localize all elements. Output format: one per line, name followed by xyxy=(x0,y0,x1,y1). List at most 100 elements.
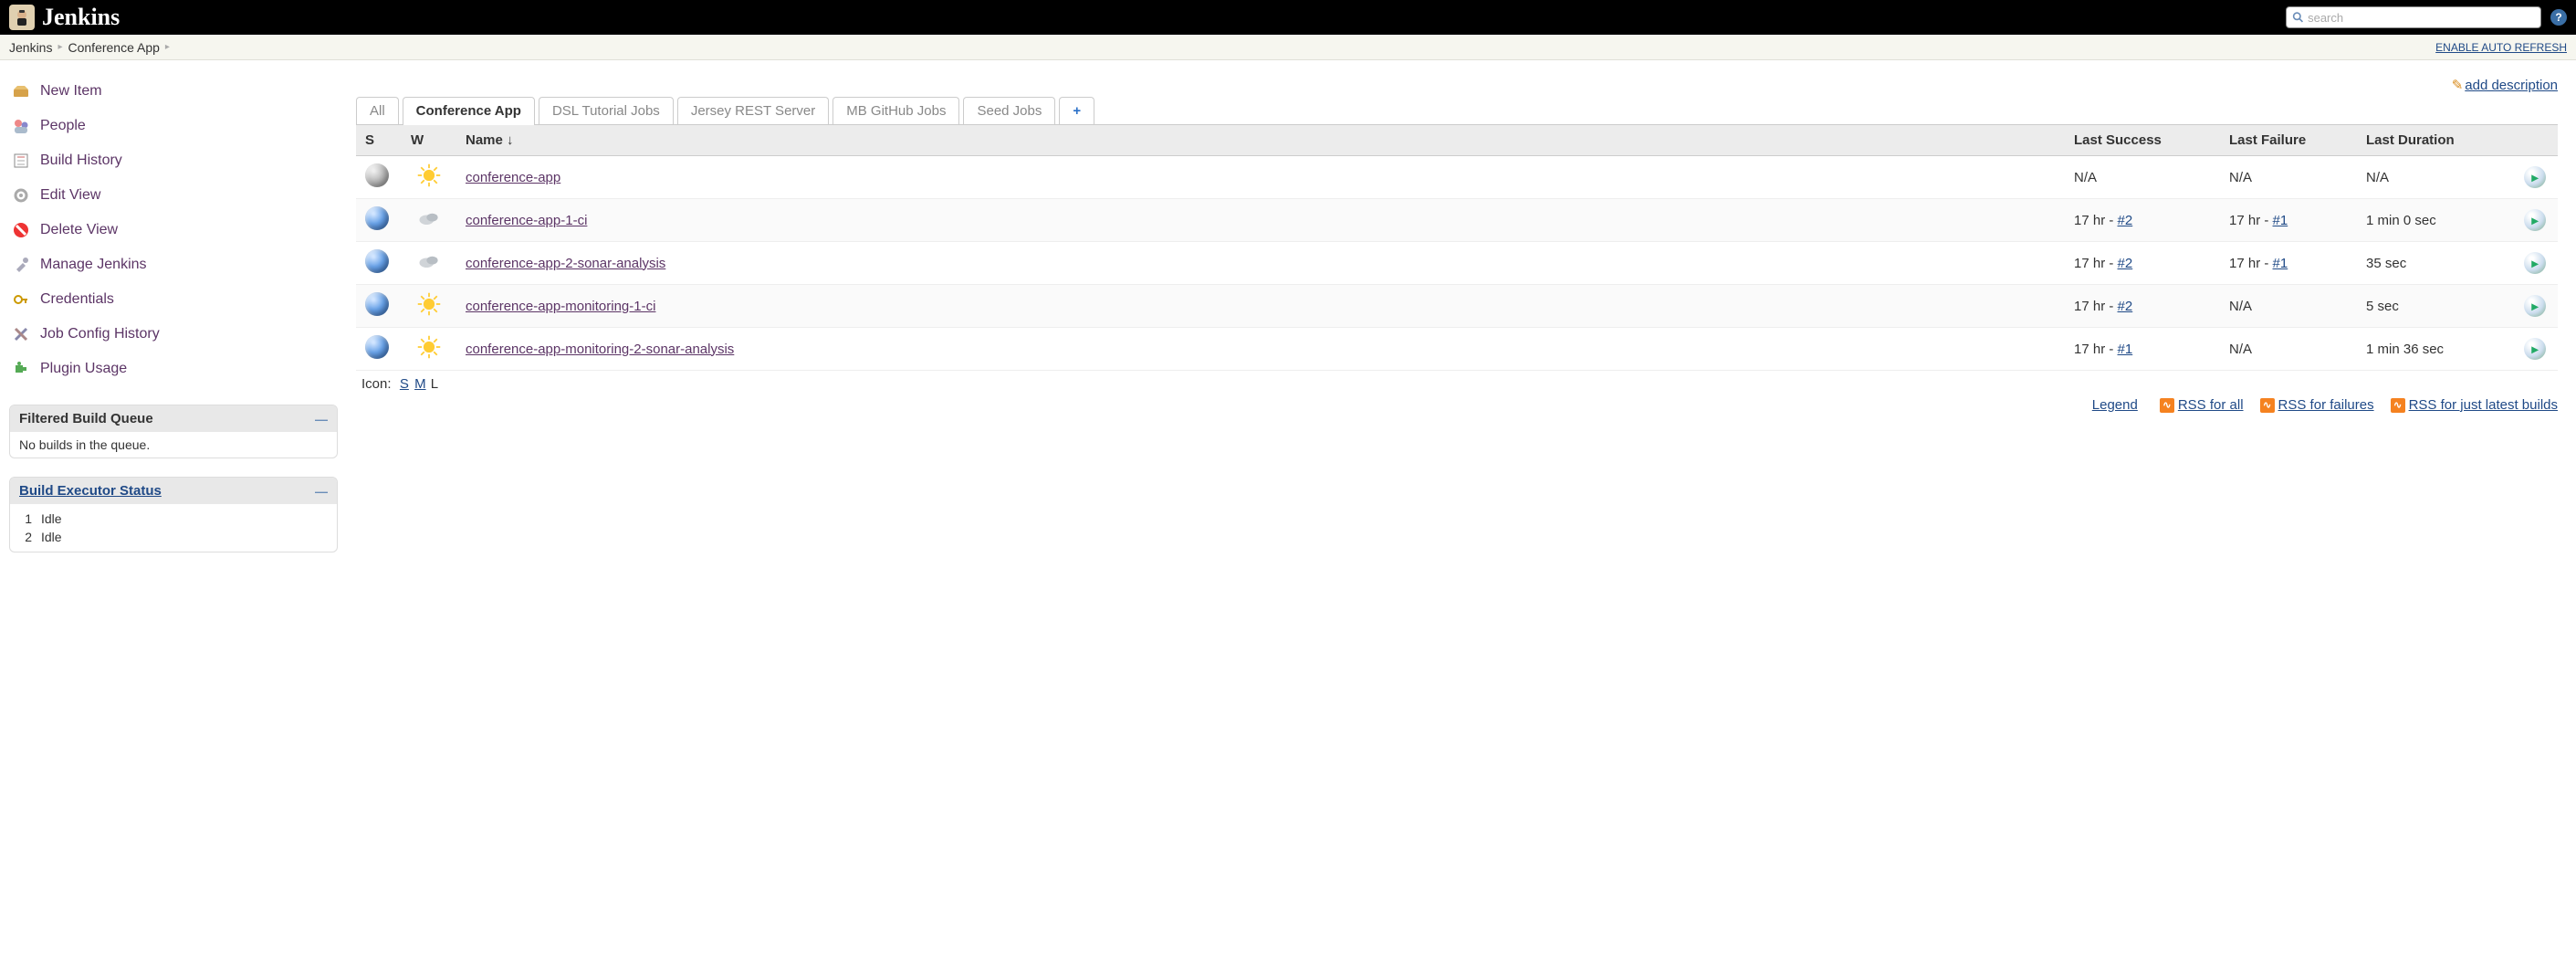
sidebar-label[interactable]: Plugin Usage xyxy=(40,361,127,377)
job-name-link[interactable]: conference-app-monitoring-2-sonar-analys… xyxy=(466,342,734,357)
breadcrumb-sep-icon: ▸ xyxy=(165,42,170,52)
col-last-duration[interactable]: Last Duration xyxy=(2357,125,2512,156)
tabs: All Conference App DSL Tutorial Jobs Jer… xyxy=(356,97,2558,125)
people-icon xyxy=(11,116,31,136)
sidebar-item-job-config[interactable]: Job Config History xyxy=(9,317,338,352)
executor-pane: Build Executor Status — 1 Idle 2 Idle xyxy=(9,477,338,552)
tab-seed[interactable]: Seed Jobs xyxy=(963,97,1055,124)
rss-all-link[interactable]: RSS for all xyxy=(2178,397,2244,413)
schedule-build-icon[interactable]: ▸ xyxy=(2524,338,2546,360)
key-icon xyxy=(11,289,31,310)
executor-status: Idle xyxy=(41,530,62,544)
tab-all[interactable]: All xyxy=(356,97,399,124)
schedule-build-icon[interactable]: ▸ xyxy=(2524,252,2546,274)
pane-title: Filtered Build Queue xyxy=(19,411,153,426)
last-duration: 1 min 36 sec xyxy=(2357,328,2512,371)
help-icon[interactable]: ? xyxy=(2550,9,2567,26)
build-link[interactable]: #2 xyxy=(2118,213,2133,228)
job-name-link[interactable]: conference-app-1-ci xyxy=(466,213,587,228)
sidebar-item-delete-view[interactable]: Delete View xyxy=(9,213,338,247)
build-queue-pane: Filtered Build Queue — No builds in the … xyxy=(9,405,338,458)
schedule-build-icon[interactable]: ▸ xyxy=(2524,295,2546,317)
build-link[interactable]: #2 xyxy=(2118,299,2133,314)
status-ball-icon xyxy=(365,292,389,316)
breadcrumb-item[interactable]: Conference App xyxy=(68,40,160,55)
pane-header: Filtered Build Queue — xyxy=(10,405,337,432)
collapse-icon[interactable]: — xyxy=(315,484,328,499)
build-link[interactable]: #1 xyxy=(2273,256,2288,271)
table-header-row: S W Name ↓ Last Success Last Failure Las… xyxy=(356,125,2558,156)
weather-cell xyxy=(402,199,456,242)
sidebar-item-build-history[interactable]: Build History xyxy=(9,143,338,178)
table-row: conference-appN/AN/AN/A▸ xyxy=(356,156,2558,199)
last-duration: N/A xyxy=(2357,156,2512,199)
schedule-build-icon[interactable]: ▸ xyxy=(2524,209,2546,231)
build-link[interactable]: #2 xyxy=(2118,256,2133,271)
sidebar-label[interactable]: New Item xyxy=(40,83,102,100)
col-status[interactable]: S xyxy=(356,125,402,156)
build-link[interactable]: #1 xyxy=(2118,342,2133,357)
job-name-link[interactable]: conference-app-monitoring-1-ci xyxy=(466,299,655,314)
last-failure: 17 hr - #1 xyxy=(2220,199,2357,242)
tab-plus[interactable]: + xyxy=(1059,97,1094,124)
pencil-icon: ✎ xyxy=(2452,78,2464,93)
status-ball-icon xyxy=(365,249,389,273)
plugin-icon xyxy=(11,359,31,379)
search-box[interactable] xyxy=(2286,6,2541,28)
icon-size-m[interactable]: M xyxy=(414,376,426,392)
tab-mb-github[interactable]: MB GitHub Jobs xyxy=(832,97,959,124)
icon-size-s[interactable]: S xyxy=(400,376,409,392)
pane-body: No builds in the queue. xyxy=(10,432,337,458)
rss-row: Legend ∿ RSS for all ∿ RSS for failures … xyxy=(356,394,2558,416)
job-name-link[interactable]: conference-app-2-sonar-analysis xyxy=(466,256,665,271)
tab-dsl[interactable]: DSL Tutorial Jobs xyxy=(539,97,674,124)
executor-row: 2 Idle xyxy=(19,528,328,546)
col-last-failure[interactable]: Last Failure xyxy=(2220,125,2357,156)
tab-jersey[interactable]: Jersey REST Server xyxy=(677,97,829,124)
executor-title-link[interactable]: Build Executor Status xyxy=(19,483,162,499)
breadcrumbs: Jenkins ▸ Conference App ▸ xyxy=(9,40,170,55)
last-success: 17 hr - #2 xyxy=(2065,199,2220,242)
last-duration: 35 sec xyxy=(2357,242,2512,285)
app-name[interactable]: Jenkins xyxy=(42,4,120,31)
schedule-build-icon[interactable]: ▸ xyxy=(2524,166,2546,188)
sidebar-item-people[interactable]: People xyxy=(9,109,338,143)
enable-auto-refresh-link[interactable]: ENABLE AUTO REFRESH xyxy=(2435,41,2567,54)
weather-cell xyxy=(402,285,456,328)
sidebar-item-edit-view[interactable]: Edit View xyxy=(9,178,338,213)
rss-failures-link[interactable]: RSS for failures xyxy=(2278,397,2374,413)
collapse-icon[interactable]: — xyxy=(315,412,328,426)
sidebar-item-manage[interactable]: Manage Jenkins xyxy=(9,247,338,282)
breadcrumb-item[interactable]: Jenkins xyxy=(9,40,52,55)
sidebar-item-credentials[interactable]: Credentials xyxy=(9,282,338,317)
build-history-icon xyxy=(11,151,31,171)
executor-row: 1 Idle xyxy=(19,510,328,528)
add-description-link[interactable]: add description xyxy=(2465,78,2558,93)
col-weather[interactable]: W xyxy=(402,125,456,156)
sidebar-label[interactable]: Credentials xyxy=(40,291,114,308)
sidebar-label[interactable]: People xyxy=(40,118,86,134)
last-failure: N/A xyxy=(2220,285,2357,328)
sidebar-label[interactable]: Edit View xyxy=(40,187,100,204)
tab-conference-app[interactable]: Conference App xyxy=(403,97,535,124)
last-failure: N/A xyxy=(2220,156,2357,199)
sidebar-label[interactable]: Delete View xyxy=(40,222,118,238)
col-last-success[interactable]: Last Success xyxy=(2065,125,2220,156)
sidebar-label[interactable]: Manage Jenkins xyxy=(40,257,147,273)
table-row: conference-app-2-sonar-analysis17 hr - #… xyxy=(356,242,2558,285)
wrench-icon xyxy=(11,255,31,275)
sidebar-label[interactable]: Job Config History xyxy=(40,326,160,342)
jenkins-logo-icon[interactable] xyxy=(9,5,35,30)
sidebar-item-new-item[interactable]: New Item xyxy=(9,74,338,109)
job-name-link[interactable]: conference-app xyxy=(466,170,560,185)
last-duration: 1 min 0 sec xyxy=(2357,199,2512,242)
weather-cell xyxy=(402,242,456,285)
rss-latest-link[interactable]: RSS for just latest builds xyxy=(2409,397,2558,413)
last-success: 17 hr - #1 xyxy=(2065,328,2220,371)
col-name[interactable]: Name ↓ xyxy=(456,125,2065,156)
sidebar-item-plugin[interactable]: Plugin Usage xyxy=(9,352,338,386)
sidebar-label[interactable]: Build History xyxy=(40,153,122,169)
build-link[interactable]: #1 xyxy=(2273,213,2288,228)
legend-link[interactable]: Legend xyxy=(2092,397,2138,413)
search-input[interactable] xyxy=(2308,11,2535,25)
